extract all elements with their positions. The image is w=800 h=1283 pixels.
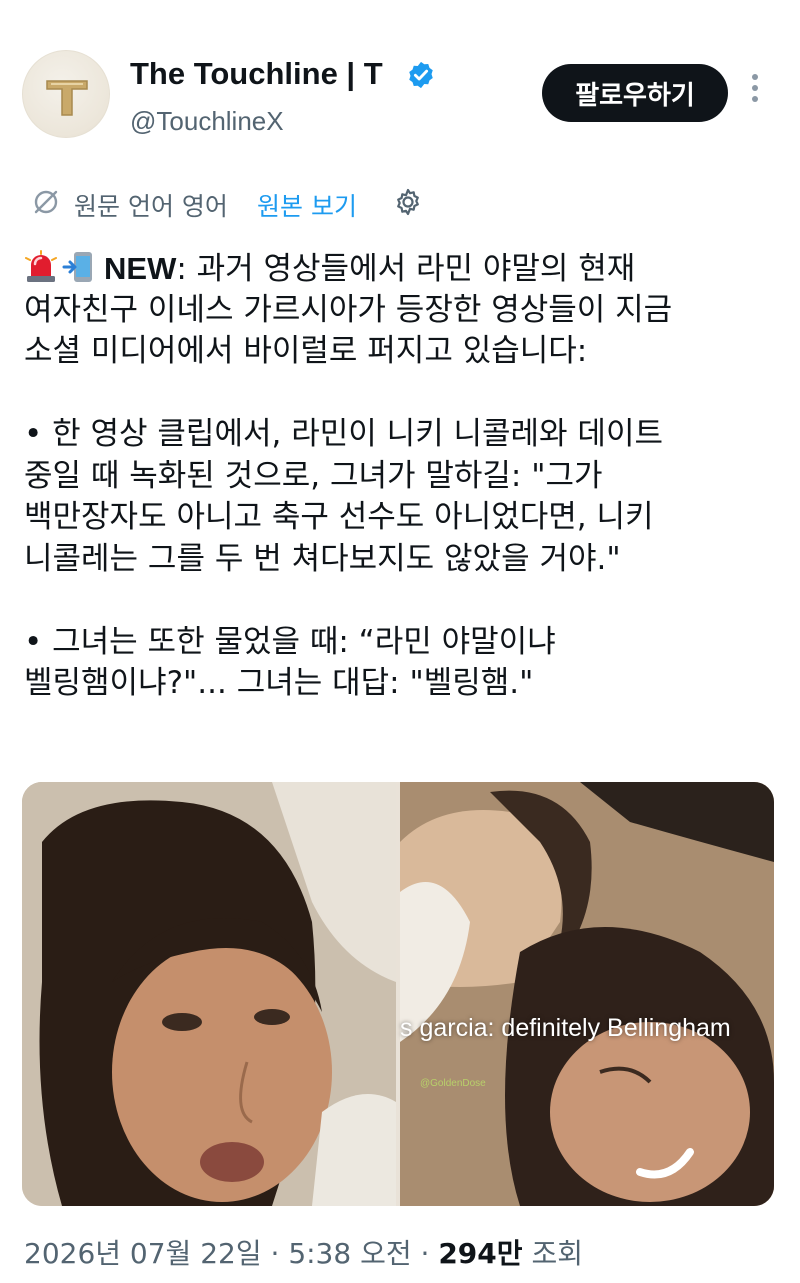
translation-label: 원문 언어 영어 (74, 192, 228, 221)
status-bar-area (0, 0, 800, 22)
phone-emoji-icon (62, 252, 92, 282)
tweet-body: NEW: 과거 영상들에서 라민 야말의 현재 여자친구 이네스 가르시아가 등… (24, 248, 778, 705)
verified-badge-icon (409, 61, 433, 89)
tweet-line: • 한 영상 클립에서, 라민이 니키 니콜레와 데이트 (24, 416, 663, 452)
follow-button[interactable]: 팔로우하기 (542, 64, 728, 122)
settings-icon[interactable] (392, 186, 424, 218)
video-watermark: @GoldenDose (420, 1078, 486, 1089)
video-still-left[interactable] (22, 782, 396, 1206)
tweet-line: 니콜레는 그를 두 번 쳐다보지도 않았을 거야." (24, 540, 621, 577)
view-count-label: 조회 (522, 1237, 583, 1270)
tweet-line: • 그녀는 또한 물었을 때: “라민 야말이냐 (24, 623, 556, 660)
couple-illustration (400, 782, 774, 1206)
tweet-time[interactable]: 5:38 오전 (288, 1237, 411, 1270)
tweet-lead: NEW (104, 251, 177, 286)
tweet-meta: 2026년 07월 22일 · 5:38 오전 · 294만 조회 (24, 1232, 583, 1272)
tweet-media[interactable]: s garcia: definitely Bellingham @GoldenD… (22, 782, 774, 1206)
touchline-logo-icon (46, 80, 88, 116)
translation-bar: 원문 언어 영어 원본 보기 (30, 182, 450, 222)
tweet-line: 여자친구 이네스 가르시아가 등장한 영상들이 지금 (24, 291, 673, 328)
display-name[interactable]: The Touchline | T (130, 56, 383, 92)
tweet-line: 벨링햄이냐?"... 그녀는 대답: "벨링햄." (24, 665, 534, 701)
meta-separator: · (261, 1237, 289, 1270)
show-original-link[interactable]: 원본 보기 (257, 187, 357, 223)
view-count: 294만 (438, 1237, 523, 1270)
video-caption: s garcia: definitely Bellingham (400, 1014, 731, 1042)
siren-emoji-icon (25, 250, 57, 282)
tweet-text: : 과거 영상들에서 라민 야말의 현재 (176, 251, 636, 287)
translate-icon (34, 190, 58, 214)
tweet-line: 백만장자도 아니고 축구 선수도 아니었다면, 니키 (24, 499, 654, 535)
video-still-right[interactable]: s garcia: definitely Bellingham @GoldenD… (400, 782, 774, 1206)
tweet-date[interactable]: 2026년 07월 22일 (24, 1237, 262, 1270)
avatar[interactable] (22, 50, 110, 138)
portrait-illustration (22, 782, 396, 1206)
meta-separator: · (411, 1237, 439, 1270)
more-options-icon[interactable] (748, 74, 762, 114)
tweet-line: 중일 때 녹화된 것으로, 그녀가 말하길: "그가 (24, 457, 603, 494)
tweet-line: NEW: 과거 영상들에서 라민 야말의 현재 (24, 248, 778, 290)
tweet-line: 소셜 미디어에서 바이럴로 퍼지고 있습니다: (24, 333, 588, 369)
tweet-header: The Touchline | T @TouchlineX 팔로우하기 (22, 48, 778, 140)
user-handle[interactable]: @TouchlineX (130, 106, 284, 137)
